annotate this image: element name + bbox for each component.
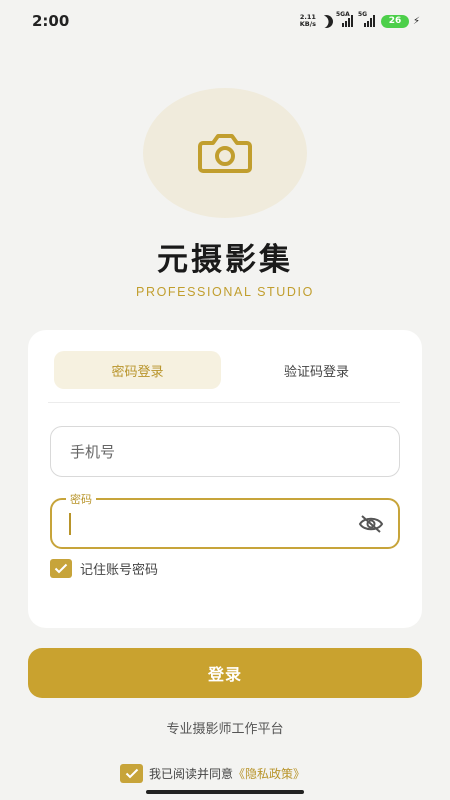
battery-icon: 26 [380,14,409,28]
divider [48,402,400,403]
remember-label: 记住账号密码 [80,563,159,578]
login-button[interactable]: 登录 [28,648,422,698]
moon-icon [318,12,336,30]
platform-tagline: 专业摄影师工作平台 [166,722,284,737]
text-cursor [69,512,71,535]
signal-5g-icon: 5G [358,11,377,27]
password-field[interactable]: 密码 [50,491,400,549]
agreement-row: 我已阅读并同意 《隐私政策》 [120,764,305,783]
phone-field[interactable] [50,426,400,477]
password-input[interactable] [77,514,358,533]
tab-code-login[interactable]: 验证码登录 [233,351,400,389]
status-icons: 2.11 KB/s 5GA 5G 26 ⚡ [299,11,420,30]
network-speed: 2.11 KB/s [299,13,316,28]
app-logo [143,88,307,218]
signal-5ga-icon: 5GA [336,11,355,27]
app-subtitle: PROFESSIONAL STUDIO [136,285,314,299]
charging-bolt-icon: ⚡ [412,15,420,27]
password-label: 密码 [66,491,96,507]
login-card: 密码登录 验证码登录 密码 记住账号密码 [28,330,422,628]
status-time: 2:00 [32,12,70,30]
remember-row[interactable]: 记住账号密码 [50,559,158,578]
home-indicator [146,790,304,794]
check-icon [54,563,68,574]
app-title: 元摄影集 [157,242,293,278]
status-bar: 2:00 2.11 KB/s 5GA 5G 26 ⚡ [0,0,450,40]
eye-off-icon[interactable] [358,514,384,534]
agreement-checkbox[interactable] [120,764,143,783]
remember-checkbox[interactable] [50,559,72,578]
agreement-text: 我已阅读并同意 [149,767,234,781]
check-icon [125,768,138,779]
camera-icon [198,134,252,173]
login-tabs: 密码登录 验证码登录 [54,351,400,389]
tab-password-login[interactable]: 密码登录 [54,351,221,389]
privacy-policy-link[interactable]: 《隐私政策》 [233,765,305,782]
phone-input[interactable] [70,442,399,461]
